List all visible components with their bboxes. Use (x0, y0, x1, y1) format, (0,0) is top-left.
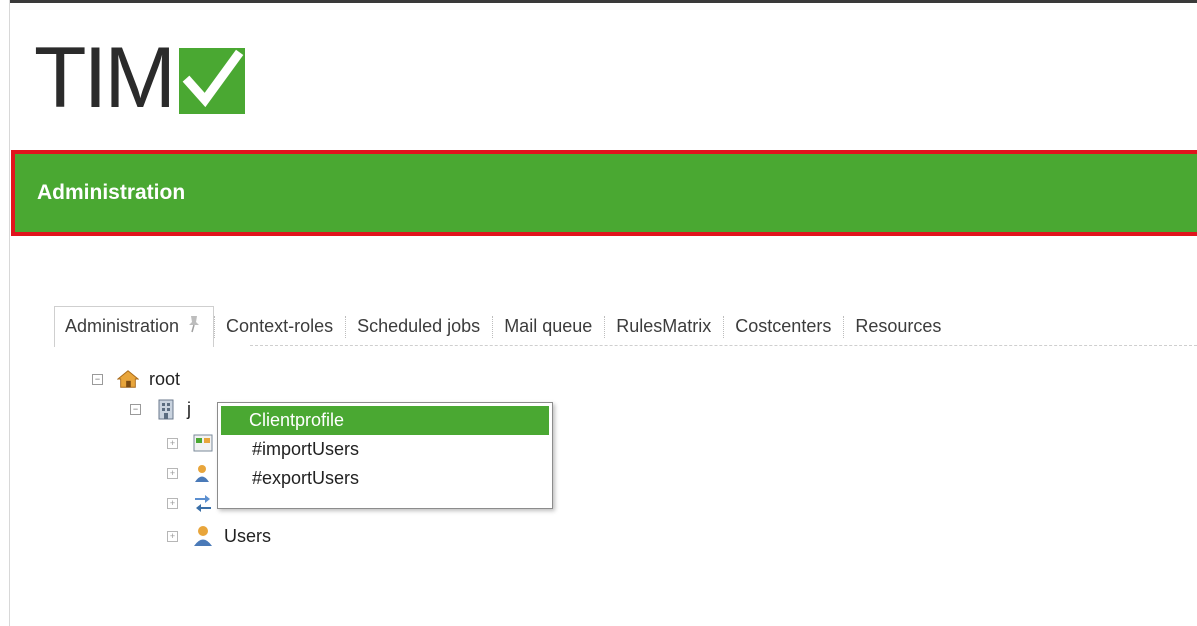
tree-node-leaf[interactable]: + (167, 489, 224, 517)
collapse-toggle[interactable]: − (92, 373, 103, 385)
admin-header-bar: Administration (11, 150, 1197, 236)
tab-divider (250, 345, 1197, 346)
tab-resources[interactable]: Resources (843, 306, 953, 346)
left-margin (0, 0, 10, 626)
arrows-icon (192, 492, 214, 514)
tab-label: Context-roles (226, 315, 334, 336)
menu-item-clientprofile[interactable]: Clientprofile (221, 406, 549, 435)
expand-toggle[interactable]: + (167, 530, 178, 542)
tree-node-leaf[interactable]: + (167, 429, 224, 457)
users-import-icon (192, 462, 214, 484)
clientprofile-icon (192, 432, 214, 454)
tree-label-users[interactable]: Users (224, 526, 271, 547)
tree-node-leaf[interactable]: + (167, 459, 224, 487)
menu-item-export-users[interactable]: #exportUsers (221, 464, 552, 493)
page-title: Administration (37, 181, 186, 204)
app-logo: TIM (34, 30, 246, 126)
tab-costcenters[interactable]: Costcenters (723, 306, 843, 346)
tab-mail-queue[interactable]: Mail queue (492, 306, 604, 346)
expand-toggle[interactable]: + (167, 497, 178, 509)
tree-node-users[interactable]: + Users (167, 522, 271, 550)
tab-bar: Administration Context-roles Scheduled j… (54, 305, 953, 347)
tree-label-child[interactable]: j (187, 399, 191, 420)
checkmark-logo-icon (179, 48, 246, 114)
menu-item-import-users[interactable]: #importUsers (221, 435, 552, 464)
tree-label-root[interactable]: root (149, 369, 180, 390)
tree-node-root[interactable]: − root (92, 365, 180, 393)
context-menu: Clientprofile #importUsers #exportUsers (217, 402, 553, 509)
tab-label: Mail queue (504, 315, 593, 336)
tree-node-child[interactable]: − j (130, 395, 191, 423)
logo-text: TIM (34, 30, 176, 126)
tab-label: Resources (855, 315, 942, 336)
collapse-toggle[interactable]: − (130, 403, 141, 415)
tab-label: Scheduled jobs (357, 315, 481, 336)
tab-rules-matrix[interactable]: RulesMatrix (604, 306, 723, 346)
tab-scheduled-jobs[interactable]: Scheduled jobs (345, 306, 492, 346)
pin-icon[interactable] (187, 315, 201, 338)
house-icon (117, 368, 139, 390)
building-icon (155, 398, 177, 420)
tab-label: Administration (65, 316, 180, 336)
expand-toggle[interactable]: + (167, 437, 178, 449)
expand-toggle[interactable]: + (167, 467, 178, 479)
user-icon (192, 525, 214, 547)
tab-label: RulesMatrix (616, 315, 712, 336)
tab-label: Costcenters (735, 315, 832, 336)
tab-administration[interactable]: Administration (54, 305, 215, 347)
window-top-border (0, 0, 1197, 3)
tab-context-roles[interactable]: Context-roles (214, 306, 345, 346)
